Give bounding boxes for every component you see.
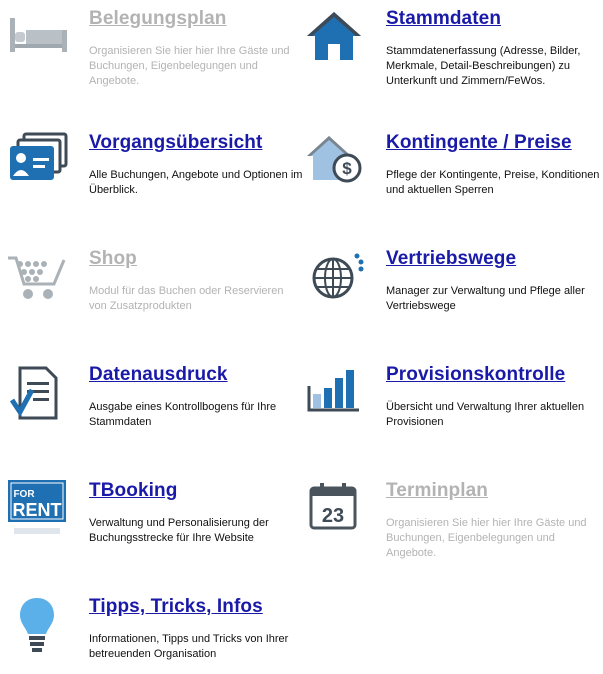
for-rent-top-text: FOR (13, 489, 35, 500)
vorgangsuebersicht-link[interactable]: Vorgangsübersicht (89, 132, 262, 154)
kontingente-description: Pflege der Kontingente, Preise, Konditio… (386, 169, 600, 196)
datenausdruck-description: Ausgabe eines Kontrollbogens für Ihre St… (89, 401, 277, 428)
tipps-tricks-infos-link[interactable]: Tipps, Tricks, Infos (89, 596, 263, 618)
vertriebswege-description: Manager zur Verwaltung und Pflege aller … (386, 285, 585, 312)
terminplan-description: Organisieren Sie hier hier Ihre Gäste un… (386, 517, 587, 559)
bed-icon (6, 8, 68, 70)
kontingente-preise-link[interactable]: Kontingente / Preise (386, 132, 572, 154)
for-rent-sign-icon: FOR RENT (6, 480, 68, 542)
stammdaten-description: Stammdatenerfassung (Adresse, Bilder, Me… (386, 45, 581, 87)
belegungsplan-description: Organisieren Sie hier hier Ihre Gäste un… (89, 45, 290, 87)
tbooking-description: Verwaltung und Personalisierung der Buch… (89, 517, 269, 544)
belegungsplan-title: Belegungsplan (89, 8, 227, 29)
datenausdruck-link[interactable]: Datenausdruck (89, 364, 228, 386)
shop-title: Shop (89, 248, 137, 269)
shop-description: Modul für das Buchen oder Reservieren vo… (89, 285, 284, 312)
for-rent-bottom-text: RENT (13, 500, 62, 520)
stammdaten-link[interactable]: Stammdaten (386, 8, 501, 30)
house-icon (303, 8, 365, 70)
provisionskontrolle-link[interactable]: Provisionskontrolle (386, 364, 565, 386)
svg-text:$: $ (342, 159, 352, 178)
checklist-icon (6, 364, 68, 426)
calendar-day-text: 23 (322, 505, 344, 527)
id-cards-icon (6, 132, 68, 194)
vertriebswege-link[interactable]: Vertriebswege (386, 248, 516, 270)
lightbulb-icon (6, 596, 68, 658)
house-dollar-icon: $ (303, 132, 365, 194)
tbooking-link[interactable]: TBooking (89, 480, 177, 502)
bar-chart-icon (303, 364, 365, 426)
provisionskontrolle-description: Übersicht und Verwaltung Ihrer aktuellen… (386, 401, 585, 428)
tipps-description: Informationen, Tipps und Tricks von Ihre… (89, 633, 289, 660)
vorgangsuebersicht-description: Alle Buchungen, Angebote und Optionen im… (89, 169, 303, 196)
calendar-icon: 23 (303, 480, 365, 542)
terminplan-title: Terminplan (386, 480, 488, 501)
globe-icon (303, 248, 365, 310)
shopping-cart-icon (6, 248, 68, 310)
